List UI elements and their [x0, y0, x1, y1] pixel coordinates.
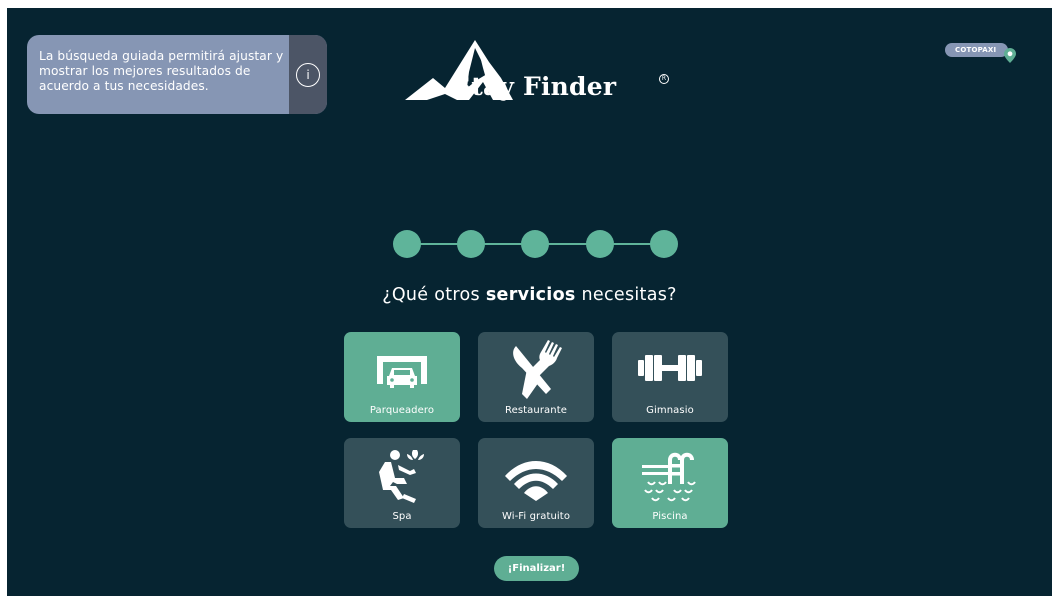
pool-ladder-icon [642, 452, 696, 502]
map-pin-icon [1004, 48, 1016, 63]
parking-garage-icon [377, 356, 427, 388]
step-3 [521, 230, 549, 258]
question-suffix: necesitas? [575, 285, 677, 305]
guided-search-tooltip: La búsqueda guiada permitirá ajustar y m… [27, 35, 327, 114]
brand-name: Stay Finder [453, 72, 617, 101]
progress-stepper [393, 230, 683, 258]
service-label: Parqueadero [369, 405, 435, 416]
stay-finder-logo: Stay Finder R [405, 38, 675, 108]
service-tile-gimnasio[interactable]: Gimnasio [612, 332, 728, 422]
service-tile-wifi[interactable]: Wi-Fi gratuito [478, 438, 594, 528]
service-tile-restaurante[interactable]: Restaurante [478, 332, 594, 422]
app-screen: La búsqueda guiada permitirá ajustar y m… [7, 8, 1052, 596]
question-keyword: servicios [485, 285, 576, 305]
question-heading: ¿Qué otros servicios necesitas? [7, 285, 1052, 305]
registered-mark: R [659, 74, 669, 84]
service-label: Restaurante [505, 405, 567, 416]
service-label: Piscina [652, 511, 688, 522]
service-tile-piscina[interactable]: Piscina [612, 438, 728, 528]
info-button[interactable]: i [289, 35, 327, 114]
service-tile-spa[interactable]: Spa [344, 438, 460, 528]
step-2 [457, 230, 485, 258]
dumbbell-icon [638, 355, 702, 381]
service-label: Gimnasio [646, 405, 694, 416]
location-badge[interactable]: COTOPAXI [945, 43, 1009, 57]
service-label: Wi-Fi gratuito [501, 511, 571, 522]
step-4 [586, 230, 614, 258]
fork-knife-icon [513, 340, 562, 399]
step-1 [393, 230, 421, 258]
question-prefix: ¿Qué otros [382, 285, 486, 305]
step-5 [650, 230, 678, 258]
service-tile-parqueadero[interactable]: Parqueadero [344, 332, 460, 422]
spa-massage-icon [379, 450, 424, 503]
tooltip-text: La búsqueda guiada permitirá ajustar y m… [39, 49, 284, 93]
info-icon: i [296, 62, 320, 87]
finish-button[interactable]: ¡Finalizar! [494, 556, 579, 581]
wifi-icon [505, 461, 567, 501]
service-label: Spa [392, 511, 412, 522]
